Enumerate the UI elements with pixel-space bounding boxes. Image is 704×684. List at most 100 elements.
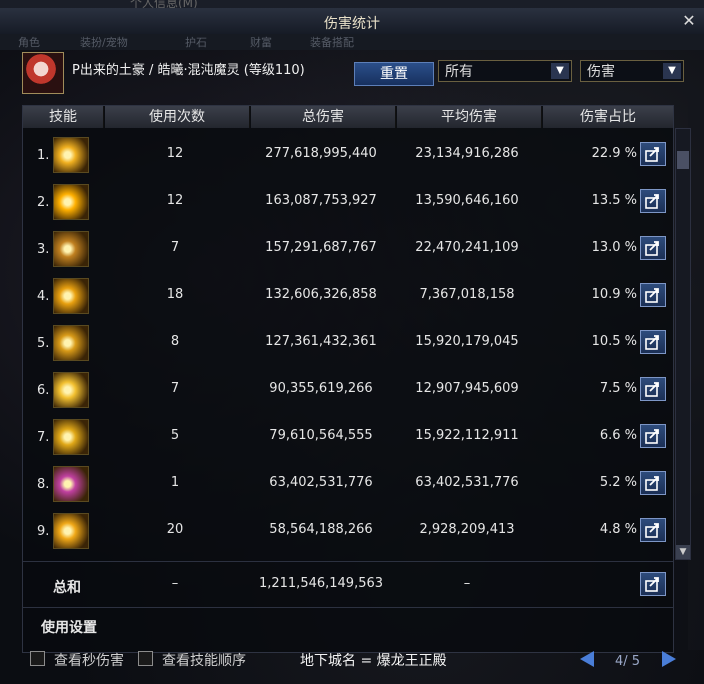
row-rank: 6. <box>37 383 50 398</box>
share-icon <box>645 288 659 303</box>
skill-icon <box>53 137 89 173</box>
column-header-average[interactable]: 平均伤害 <box>397 106 542 128</box>
scroll-down-icon[interactable]: ▼ <box>676 545 690 559</box>
row-rank: 1. <box>37 148 50 163</box>
row-total-damage: 63,402,531,776 <box>269 475 373 490</box>
per-second-label[interactable]: 查看秒伤害 <box>54 650 124 670</box>
share-icon <box>645 523 659 538</box>
row-rank: 2. <box>37 195 50 210</box>
row-total-damage: 90,355,619,266 <box>269 381 373 396</box>
row-total-damage: 79,610,564,555 <box>269 428 373 443</box>
row-uses: 12 <box>166 193 184 208</box>
row-rank: 3. <box>37 242 50 257</box>
settings-row[interactable]: 使用设置 <box>23 607 673 642</box>
footer: 查看秒伤害 查看技能顺序 地下城名 = 爆龙王正殿 4/ 5 <box>0 645 704 684</box>
mode-select[interactable]: 伤害 ▼ <box>580 60 684 82</box>
row-uses: 12 <box>166 146 184 161</box>
title-bar[interactable]: 伤害统计 ✕ <box>0 8 704 35</box>
column-header-skill[interactable]: 技能 <box>23 106 104 128</box>
dungeon-name: 地下城名 = 爆龙王正殿 <box>300 653 447 669</box>
row-average-damage: 23,134,916,286 <box>415 146 519 161</box>
row-total-damage: 157,291,687,767 <box>265 240 377 255</box>
bg-tab: 装备搭配 <box>310 36 354 49</box>
row-average-damage: 7,367,018,158 <box>419 287 515 302</box>
window-title: 伤害统计 <box>324 16 380 32</box>
share-button[interactable] <box>640 142 666 166</box>
row-damage-share: 4.8 % <box>599 522 637 537</box>
summary-uses: – <box>171 576 179 591</box>
row-rank: 8. <box>37 477 50 492</box>
character-avatar <box>22 52 64 94</box>
row-uses: 7 <box>170 381 180 396</box>
share-button[interactable] <box>640 189 666 213</box>
share-icon <box>645 429 659 444</box>
column-header-total[interactable]: 总伤害 <box>251 106 396 128</box>
table-row: 5. 8 127,361,432,361 15,920,179,045 10.5 % <box>23 320 673 366</box>
table-row: 7. 5 79,610,564,555 15,922,112,911 6.6 % <box>23 414 673 460</box>
background-tabs: 角色 装扮/宠物 护石 财富 装备搭配 <box>0 34 704 50</box>
filter-select[interactable]: 所有 ▼ <box>438 60 572 82</box>
column-header-uses[interactable]: 使用次数 <box>105 106 250 128</box>
share-icon <box>645 335 659 350</box>
share-button[interactable] <box>640 572 666 596</box>
per-second-checkbox[interactable] <box>30 651 45 666</box>
table-row: 1. 12 277,618,995,440 23,134,916,286 22.9 % <box>23 132 673 178</box>
skill-icon <box>53 419 89 455</box>
row-average-damage: 13,590,646,160 <box>415 193 519 208</box>
use-settings-label[interactable]: 使用设置 <box>41 617 97 637</box>
filter-select-value: 所有 <box>445 64 473 80</box>
summary-values: – 1,211,546,149,563 – <box>23 562 673 608</box>
skill-icon <box>53 372 89 408</box>
skill-icon <box>53 513 89 549</box>
share-button[interactable] <box>640 236 666 260</box>
reset-button[interactable]: 重置 <box>354 62 434 86</box>
bg-tab: 财富 <box>250 36 272 49</box>
share-button[interactable] <box>640 471 666 495</box>
chevron-down-icon[interactable]: ▼ <box>551 63 569 79</box>
row-damage-share: 13.5 % <box>591 193 637 208</box>
row-average-damage: 15,920,179,045 <box>415 334 519 349</box>
row-average-damage: 22,470,241,109 <box>415 240 519 255</box>
share-icon <box>645 577 659 592</box>
share-button[interactable] <box>640 283 666 307</box>
scroll-thumb[interactable] <box>677 151 689 169</box>
row-damage-share: 22.9 % <box>591 146 637 161</box>
row-uses: 8 <box>170 334 180 349</box>
column-header-share[interactable]: 伤害占比 <box>543 106 673 128</box>
summary-row: 总和 – 1,211,546,149,563 – <box>23 561 673 608</box>
table-row: 4. 18 132,606,326,858 7,367,018,158 10.9 % <box>23 273 673 319</box>
share-button[interactable] <box>640 330 666 354</box>
table-scrollbar[interactable]: ▼ <box>675 128 691 560</box>
skill-icon <box>53 231 89 267</box>
row-total-damage: 163,087,753,927 <box>265 193 377 208</box>
row-rank: 5. <box>37 336 50 351</box>
row-rank: 4. <box>37 289 50 304</box>
share-button[interactable] <box>640 424 666 448</box>
row-rank: 9. <box>37 524 50 539</box>
share-button[interactable] <box>640 518 666 542</box>
row-average-damage: 2,928,209,413 <box>419 522 515 537</box>
close-icon[interactable]: ✕ <box>680 12 698 30</box>
row-uses: 1 <box>170 475 180 490</box>
row-damage-share: 13.0 % <box>591 240 637 255</box>
summary-total: 1,211,546,149,563 <box>258 576 384 591</box>
row-average-damage: 15,922,112,911 <box>415 428 519 443</box>
page-indicator: 4/ 5 <box>615 654 641 669</box>
share-icon <box>645 476 659 491</box>
share-icon <box>645 194 659 209</box>
row-rank: 7. <box>37 430 50 445</box>
next-page-icon[interactable] <box>662 651 676 667</box>
skill-icon <box>53 466 89 502</box>
row-uses: 20 <box>166 522 184 537</box>
prev-page-icon[interactable] <box>580 651 594 667</box>
skill-order-checkbox[interactable] <box>138 651 153 666</box>
table-row: 2. 12 163,087,753,927 13,590,646,160 13.5 % <box>23 179 673 225</box>
table-row: 6. 7 90,355,619,266 12,907,945,609 7.5 % <box>23 367 673 413</box>
chevron-down-icon[interactable]: ▼ <box>663 63 681 79</box>
share-icon <box>645 382 659 397</box>
table-row: 9. 20 58,564,188,266 2,928,209,413 4.8 % <box>23 508 673 554</box>
summary-average: – <box>463 576 471 591</box>
share-button[interactable] <box>640 377 666 401</box>
skill-order-label[interactable]: 查看技能顺序 <box>162 650 246 670</box>
row-uses: 18 <box>166 287 184 302</box>
